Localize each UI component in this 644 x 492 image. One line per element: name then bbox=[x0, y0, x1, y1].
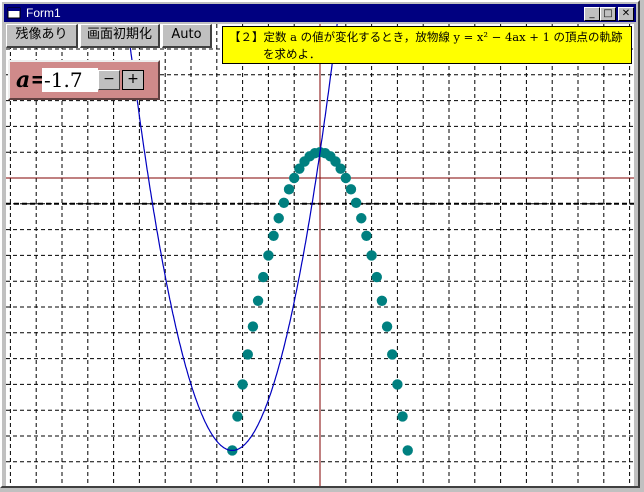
problem-statement: 【２】定数 a の値が変化するとき，放物線 y = x² − 4ax + 1 の… bbox=[222, 26, 632, 64]
locus-point bbox=[381, 321, 393, 332]
minimize-button[interactable]: _ bbox=[584, 7, 600, 21]
window-title: Form1 bbox=[26, 6, 61, 20]
app-window: Form1 _ □ ✕ 残像あり 画面初期化 Auto 【２】定数 a の値が変… bbox=[0, 0, 640, 488]
maximize-button[interactable]: □ bbox=[600, 7, 616, 21]
locus-point bbox=[366, 250, 377, 261]
locus-point bbox=[247, 321, 259, 332]
minus-icon[interactable]: − bbox=[98, 70, 120, 90]
locus-point bbox=[268, 230, 279, 241]
locus-point bbox=[283, 184, 295, 195]
locus-point bbox=[361, 230, 372, 241]
reset-screen-button[interactable]: 画面初期化 bbox=[80, 24, 160, 48]
problem-line-2: を求めよ． bbox=[263, 47, 321, 61]
locus-point bbox=[252, 295, 264, 307]
locus-point bbox=[340, 172, 351, 184]
locus-point bbox=[258, 271, 269, 283]
locus-point bbox=[263, 250, 274, 261]
parameter-panel: a= -1.7 − + bbox=[8, 60, 160, 100]
locus-point bbox=[237, 379, 248, 390]
form-icon bbox=[7, 7, 21, 19]
locus-point bbox=[350, 197, 362, 208]
locus-point bbox=[397, 411, 408, 422]
locus-point bbox=[356, 213, 367, 224]
title-bar[interactable]: Form1 _ □ ✕ bbox=[4, 4, 636, 22]
close-button[interactable]: ✕ bbox=[618, 7, 634, 21]
parameter-value[interactable]: -1.7 bbox=[42, 68, 98, 92]
problem-line-1: 【２】定数 a の値が変化するとき，放物線 y = x² − 4ax + 1 の… bbox=[229, 30, 623, 44]
locus-point bbox=[289, 172, 300, 184]
locus-point bbox=[273, 213, 284, 224]
locus-point bbox=[376, 295, 388, 307]
plus-icon[interactable]: + bbox=[122, 70, 144, 90]
locus-point bbox=[371, 271, 382, 283]
locus-point bbox=[278, 197, 290, 208]
locus-point bbox=[392, 379, 403, 390]
locus-point bbox=[335, 163, 346, 174]
locus-point bbox=[345, 184, 357, 195]
locus-point bbox=[402, 445, 413, 456]
locus-point bbox=[242, 349, 253, 360]
locus-point bbox=[232, 411, 243, 422]
auto-button[interactable]: Auto bbox=[162, 24, 212, 48]
afterimage-button[interactable]: 残像あり bbox=[6, 24, 78, 48]
locus-point bbox=[387, 349, 398, 360]
